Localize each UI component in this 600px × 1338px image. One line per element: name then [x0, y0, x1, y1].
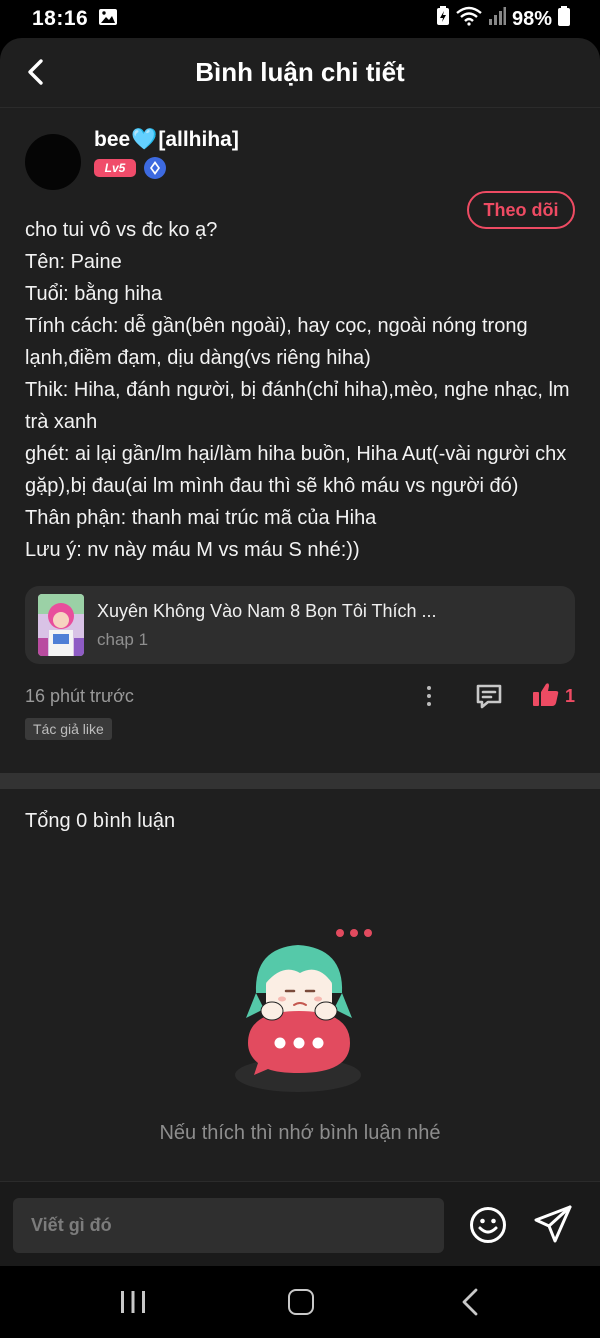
avatar[interactable]: [25, 134, 81, 190]
home-button[interactable]: [288, 1289, 314, 1315]
author-name-prefix: bee: [94, 128, 131, 151]
recents-button[interactable]: [120, 1290, 146, 1314]
author-name[interactable]: bee 🩵 [allhiha]: [94, 128, 239, 152]
content-line: ghét: ai lại gần/lm hại/làm hiha buồn, H…: [25, 443, 567, 497]
author-info: bee 🩵 [allhiha] Lv5: [94, 128, 239, 179]
reply-comment-icon[interactable]: [475, 682, 503, 710]
content-line: Tên: Paine: [25, 251, 122, 273]
author-name-suffix: [allhiha]: [158, 128, 239, 151]
gallery-icon: [98, 8, 118, 31]
comment-actions: 1: [419, 682, 575, 711]
time-ago: 16 phút trước: [25, 685, 134, 706]
recents-icon: [121, 1291, 145, 1313]
level-badge: Lv5: [94, 159, 136, 177]
send-button[interactable]: [533, 1204, 573, 1244]
wifi-icon: [456, 6, 482, 32]
status-bar: 18:16 98%: [0, 0, 600, 38]
comment-input[interactable]: Viết gì đó: [13, 1198, 444, 1253]
more-options-icon[interactable]: [419, 683, 439, 709]
system-navigation-bar: [0, 1266, 600, 1338]
chevron-left-icon: [462, 1288, 478, 1316]
content-line: Thân phận: thanh mai trúc mã của Hiha: [25, 507, 377, 529]
comment-input-bar: Viết gì đó: [0, 1181, 600, 1266]
story-title: Xuyên Không Vào Nam 8 Bọn Tôi Thích ...: [97, 600, 437, 621]
author-row: bee 🩵 [allhiha] Lv5: [25, 126, 575, 196]
like-count: 1: [564, 685, 575, 706]
page-title: Bình luận chi tiết: [195, 57, 405, 87]
story-chapter: chap 1: [97, 629, 149, 649]
top-bar: Bình luận chi tiết: [0, 38, 600, 108]
follow-button[interactable]: Theo dõi: [467, 191, 575, 229]
back-button[interactable]: [22, 57, 52, 87]
author-liked-tag: Tác giả like: [25, 718, 112, 740]
comments-count-title: Tổng 0 bình luận: [25, 810, 176, 832]
author-badges: Lv5: [94, 157, 239, 179]
empty-comments-text: Nếu thích thì nhớ bình luận nhé: [159, 1122, 441, 1144]
story-thumbnail: [38, 594, 84, 656]
content-line: Thik: Hiha, đánh người, bị đánh(chỉ hiha…: [25, 379, 570, 433]
thumbs-up-icon: [532, 682, 559, 711]
status-time: 18:16: [32, 7, 89, 30]
battery-saver-icon: [436, 6, 450, 32]
diamond-badge-icon: [144, 157, 166, 179]
content-line: Lưu ý: nv này máu M vs máu S nhé:)): [25, 539, 360, 561]
story-card[interactable]: Xuyên Không Vào Nam 8 Bọn Tôi Thích ... …: [25, 586, 575, 664]
heart-emoji: 🩵: [131, 128, 158, 151]
chevron-left-icon: [28, 59, 43, 85]
comment-meta-row: 16 phút trước 1: [25, 680, 575, 712]
section-divider: [0, 773, 600, 789]
comment-content: cho tui vô vs đc ko ạ? Tên: Paine Tuổi: …: [25, 214, 575, 566]
battery-icon: [558, 6, 570, 32]
content-line: Tính cách: dễ gần(bên ngoài), hay cọc, n…: [25, 315, 528, 369]
content-line: Tuổi: bằng hiha: [25, 283, 163, 305]
system-back-button[interactable]: [460, 1288, 480, 1316]
story-info: Xuyên Không Vào Nam 8 Bọn Tôi Thích ... …: [97, 601, 437, 650]
like-button[interactable]: 1: [532, 682, 575, 711]
battery-label: 98%: [511, 7, 552, 30]
comment-detail-screen: Bình luận chi tiết bee 🩵 [allhiha] Lv5 T…: [0, 38, 600, 1266]
signal-icon: [488, 7, 506, 31]
smiley-icon: [470, 1207, 506, 1243]
comment-post: bee 🩵 [allhiha] Lv5 Theo dõi cho tui vô …: [0, 108, 600, 740]
send-icon: [534, 1205, 572, 1243]
emoji-button[interactable]: [469, 1206, 507, 1244]
empty-comments-illustration: [228, 923, 378, 1098]
